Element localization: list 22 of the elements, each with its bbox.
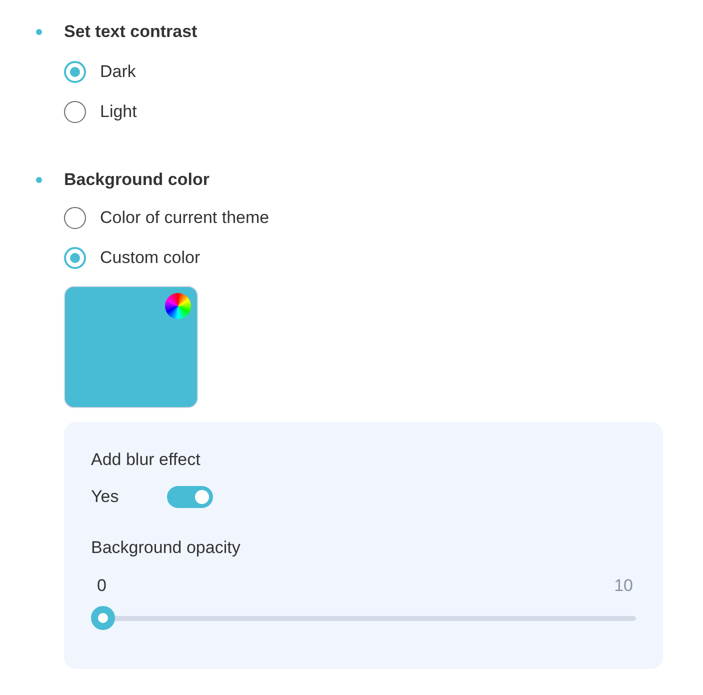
radio-button[interactable]: [64, 101, 86, 123]
section-heading: Background color: [64, 170, 210, 190]
slider-max-label: 10: [614, 576, 633, 596]
setting-label: Add blur effect: [91, 450, 202, 470]
radio-button[interactable]: [64, 247, 86, 269]
bullet-icon: [36, 177, 42, 183]
color-wheel-icon[interactable]: [165, 293, 191, 319]
toggle-switch[interactable]: [167, 486, 213, 508]
slider-min-label: 0: [97, 576, 106, 596]
slider-thumb[interactable]: [91, 606, 115, 630]
section-heading: Set text contrast: [64, 22, 198, 42]
radio-label[interactable]: Dark: [100, 62, 136, 82]
radio-label[interactable]: Custom color: [100, 248, 200, 268]
radio-label[interactable]: Light: [100, 102, 137, 122]
slider[interactable]: [91, 606, 636, 631]
color-swatch[interactable]: [64, 286, 198, 408]
radio-button[interactable]: [64, 61, 86, 83]
bullet-icon: [36, 29, 42, 35]
radio-label[interactable]: Color of current theme: [100, 208, 270, 228]
toggle-label: Yes: [91, 487, 120, 507]
radio-button[interactable]: [64, 207, 86, 229]
setting-label: Background opacity: [91, 538, 242, 558]
